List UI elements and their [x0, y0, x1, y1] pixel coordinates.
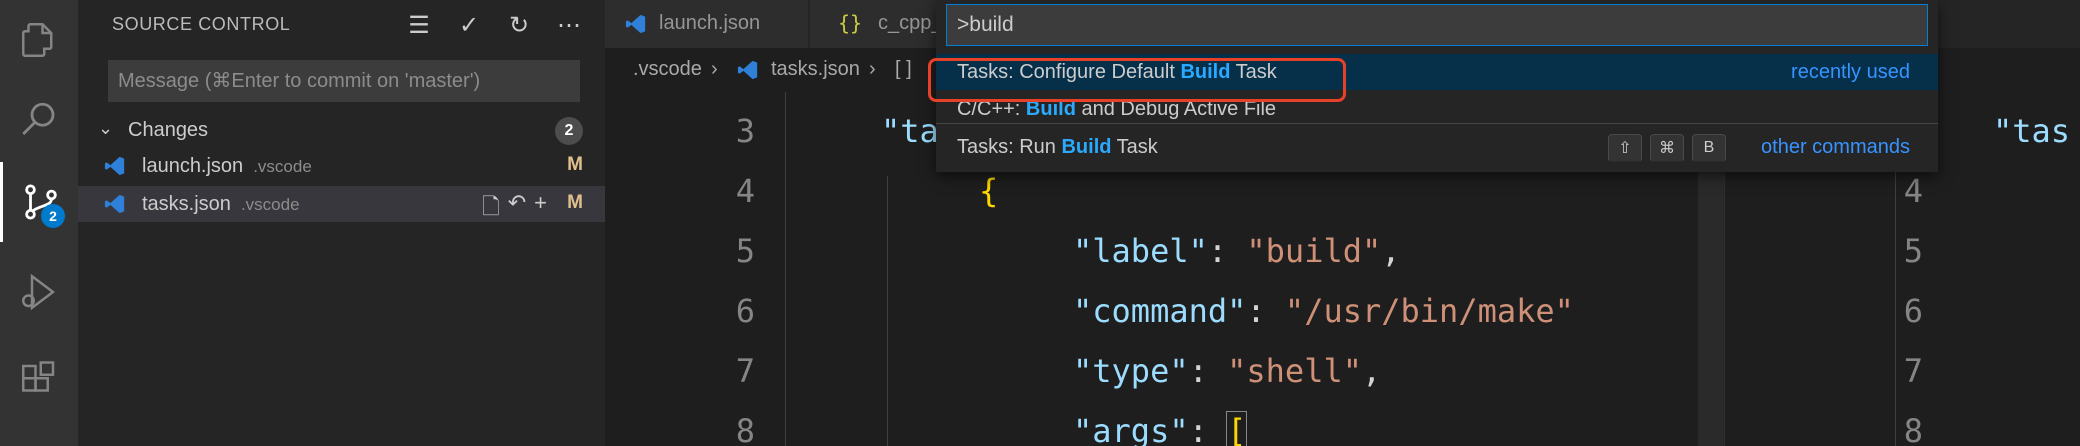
run-debug-icon[interactable] — [0, 252, 78, 332]
line-number: 7 — [735, 352, 755, 390]
chevron-right-icon: › — [869, 58, 876, 80]
vscode-file-icon — [104, 194, 125, 214]
breadcrumb-symbol[interactable]: [ ] — [895, 58, 912, 81]
changes-label: Changes — [128, 119, 209, 141]
line-number: 7 — [1903, 352, 1923, 390]
json-value: "build" — [1246, 232, 1382, 270]
line-number: 5 — [735, 232, 755, 270]
search-icon[interactable] — [0, 80, 78, 160]
source-control-icon[interactable]: 2 — [0, 162, 78, 242]
json-key: "command" — [1073, 292, 1247, 330]
discard-changes-icon[interactable]: ↶ — [508, 190, 526, 228]
breadcrumb-file[interactable]: tasks.json — [771, 58, 860, 81]
file-name: launch.json — [142, 155, 244, 177]
code-line: "type": "shell", — [1073, 352, 1382, 390]
line-number: 8 — [1903, 412, 1923, 446]
code-line: { — [979, 172, 999, 210]
file-dir: .vscode — [253, 157, 312, 176]
line-number: 4 — [1903, 172, 1923, 210]
code-line: "label": "build", — [1073, 232, 1401, 270]
json-key: "type" — [1073, 352, 1189, 390]
command-label: Tasks: Run Build Task — [957, 136, 1158, 158]
chevron-right-icon: › — [711, 58, 718, 80]
file-status-modified: M — [567, 192, 583, 213]
commit-check-icon[interactable]: ✓ — [451, 8, 487, 42]
changed-file-row[interactable]: launch.json .vscode M — [78, 148, 605, 184]
stage-changes-icon[interactable]: + — [534, 190, 547, 228]
recently-used-label: recently used — [1791, 61, 1910, 83]
command-item[interactable]: Tasks: Run Build Task ⇧ ⌘ B other comman… — [936, 129, 1938, 165]
json-key: "args" — [1073, 412, 1189, 446]
line-number: 6 — [735, 292, 755, 330]
command-palette-input[interactable] — [946, 4, 1928, 46]
sidebar-title: SOURCE CONTROL — [112, 14, 291, 34]
keybinding-shift: ⇧ — [1608, 134, 1642, 162]
code-line: "tas — [1993, 112, 2071, 150]
line-number: 6 — [1903, 292, 1923, 330]
json-value: "shell" — [1227, 352, 1362, 390]
code-line: "ta — [881, 112, 939, 150]
json-value: "/usr/bin/make" — [1284, 292, 1574, 330]
vscode-file-icon — [104, 156, 125, 176]
more-actions-icon[interactable]: ⋯ — [551, 8, 587, 42]
highlight-annotation-box — [928, 58, 1346, 102]
file-name: tasks.json — [142, 193, 231, 215]
explorer-icon[interactable] — [0, 0, 78, 80]
palette-separator — [936, 123, 1938, 124]
refresh-icon[interactable]: ↻ — [501, 8, 537, 42]
other-commands-label: other commands — [1761, 136, 1910, 158]
open-file-icon[interactable]: 🗋 — [482, 190, 500, 228]
vscode-file-icon — [625, 14, 646, 34]
code-line: "args": [ — [1073, 411, 1248, 446]
commit-message-input[interactable] — [108, 60, 580, 102]
breadcrumb-folder[interactable]: .vscode — [633, 58, 702, 81]
changes-group-header[interactable]: ⌄ Changes 2 — [78, 114, 605, 148]
activity-bar: 2 — [0, 0, 78, 446]
line-number: 8 — [735, 412, 755, 446]
changed-file-row[interactable]: tasks.json .vscode 🗋 ↶ + M — [78, 186, 605, 222]
line-number: 3 — [735, 112, 755, 150]
extensions-icon[interactable] — [0, 340, 78, 420]
vscode-file-icon — [737, 60, 758, 80]
json-key: "label" — [1073, 232, 1208, 270]
chevron-down-icon: ⌄ — [98, 118, 114, 138]
changes-count-badge: 2 — [555, 117, 583, 145]
file-status-modified: M — [567, 154, 583, 175]
json-braces-icon: {} — [838, 11, 863, 35]
line-number: 4 — [735, 172, 755, 210]
code-line: "command": "/usr/bin/make" — [1073, 292, 1574, 330]
line-number: 5 — [1903, 232, 1923, 270]
keybinding-cmd: ⌘ — [1650, 134, 1684, 162]
json-value: [ — [1226, 411, 1248, 446]
tab-label: launch.json — [659, 12, 761, 34]
source-control-panel: SOURCE CONTROL ☰ ✓ ↻ ⋯ ⌄ Changes 2 launc… — [78, 0, 605, 446]
sidebar-header: SOURCE CONTROL ☰ ✓ ↻ ⋯ — [78, 0, 605, 48]
indent-guide — [785, 92, 786, 446]
file-dir: .vscode — [240, 195, 300, 214]
indent-guide — [887, 176, 888, 446]
tab-launch-json[interactable]: launch.json — [605, 0, 809, 48]
view-as-tree-icon[interactable]: ☰ — [401, 8, 437, 42]
source-control-badge: 2 — [41, 204, 65, 228]
keybinding-b: B — [1692, 134, 1726, 162]
tab-label: c_cpp_ — [878, 12, 943, 34]
